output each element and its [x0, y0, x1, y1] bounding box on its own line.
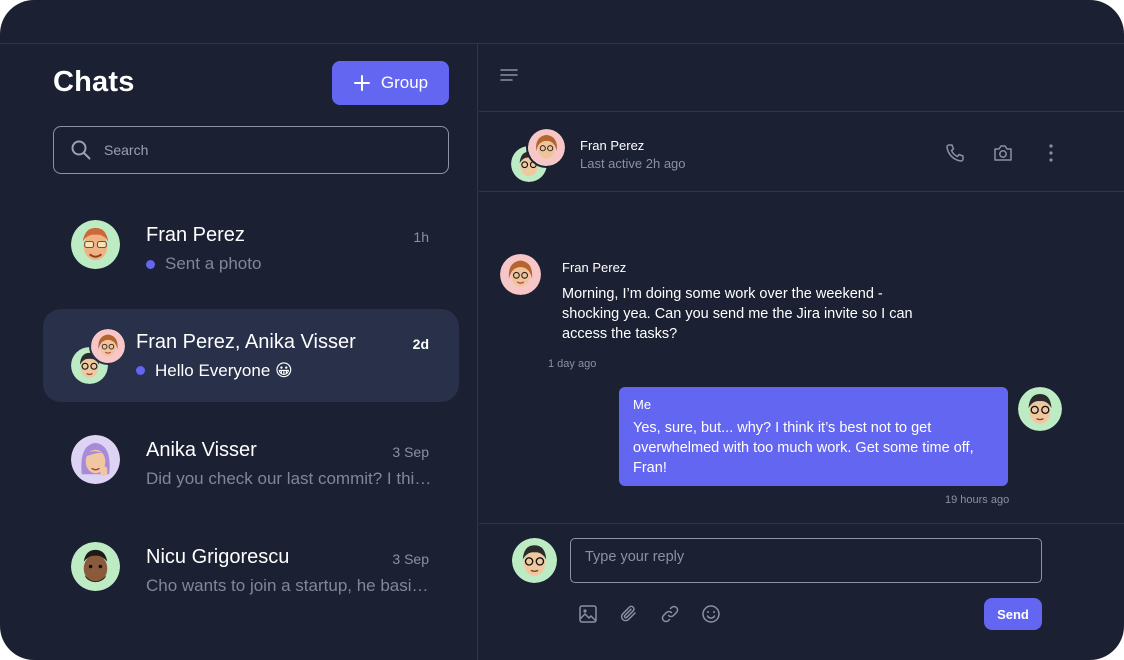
- camera-icon[interactable]: [992, 142, 1014, 164]
- contact-status: Last active 2h ago: [580, 156, 686, 171]
- hamburger-menu-icon[interactable]: [499, 67, 519, 83]
- conversation-name: Fran Perez: [146, 224, 245, 246]
- avatar: [89, 327, 127, 365]
- phone-icon[interactable]: [944, 142, 966, 164]
- conversation-time: 1h: [413, 229, 429, 245]
- message-text: Yes, sure, but... why? I think it’s best…: [633, 420, 974, 476]
- divider: [479, 523, 1124, 524]
- avatar: [526, 127, 567, 168]
- link-icon[interactable]: [659, 603, 681, 625]
- image-icon[interactable]: [577, 603, 599, 625]
- avatar: [512, 538, 557, 583]
- chat-panel: Fran Perez Last active 2h ago Fran Perez…: [479, 44, 1124, 660]
- conversation-time: 3 Sep: [392, 444, 429, 460]
- avatar: [500, 254, 541, 295]
- unread-dot: [136, 366, 145, 375]
- new-group-button[interactable]: Group: [332, 61, 449, 105]
- message-sender: Me: [633, 397, 652, 412]
- plus-icon: [353, 75, 370, 91]
- search-icon: [71, 140, 91, 160]
- conversation-preview: Hello Everyone 😀: [155, 361, 293, 380]
- avatar: [71, 220, 120, 269]
- conversation-name: Nicu Grigorescu: [146, 546, 290, 568]
- conversation-item[interactable]: Nicu Grigorescu 3 Sep Cho wants to join …: [43, 524, 459, 617]
- send-button[interactable]: Send: [984, 598, 1042, 630]
- message-text: Morning, I’m doing some work over the we…: [562, 286, 913, 342]
- conversation-preview: Sent a photo: [165, 254, 262, 273]
- conversation-time: 2d: [412, 336, 429, 352]
- emoji-icon[interactable]: [700, 603, 722, 625]
- conversation-name: Fran Perez, Anika Visser: [136, 331, 356, 353]
- app-window: Chats Group Search Fran Perez 1h Sent a …: [0, 0, 1124, 660]
- search-input[interactable]: Search: [104, 142, 148, 158]
- conversation-name: Anika Visser: [146, 439, 257, 461]
- divider: [479, 191, 1124, 192]
- contact-name: Fran Perez: [580, 138, 645, 153]
- search-box[interactable]: Search: [53, 126, 449, 174]
- new-group-label: Group: [380, 73, 429, 92]
- unread-dot: [146, 260, 155, 269]
- message-time: 1 day ago: [548, 358, 597, 370]
- conversation-item[interactable]: Anika Visser 3 Sep Did you check our las…: [43, 417, 459, 510]
- conversation-time: 3 Sep: [392, 551, 429, 567]
- avatar: [71, 435, 120, 484]
- conversation-item[interactable]: Fran Perez 1h Sent a photo: [43, 202, 459, 295]
- more-vertical-icon[interactable]: [1040, 142, 1062, 164]
- chat-list-panel: Chats Group Search Fran Perez 1h Sent a …: [0, 44, 478, 660]
- avatar: [1018, 387, 1062, 431]
- reply-input[interactable]: [570, 538, 1042, 583]
- avatar: [71, 542, 120, 591]
- divider: [479, 111, 1124, 112]
- conversation-preview: Did you check our last commit? I think w…: [146, 469, 432, 488]
- window-top-bar: [0, 0, 1124, 44]
- paperclip-icon[interactable]: [618, 603, 640, 625]
- message-time: 19 hours ago: [945, 494, 1010, 506]
- message-sender: Fran Perez: [562, 260, 627, 275]
- conversation-preview: Cho wants to join a startup, he basicall…: [146, 576, 432, 595]
- message-bubble-mine: Me Yes, sure, but... why? I think it’s b…: [619, 387, 1008, 486]
- conversation-item-active[interactable]: Fran Perez, Anika Visser 2d Hello Everyo…: [43, 309, 459, 402]
- page-title: Chats: [53, 66, 135, 98]
